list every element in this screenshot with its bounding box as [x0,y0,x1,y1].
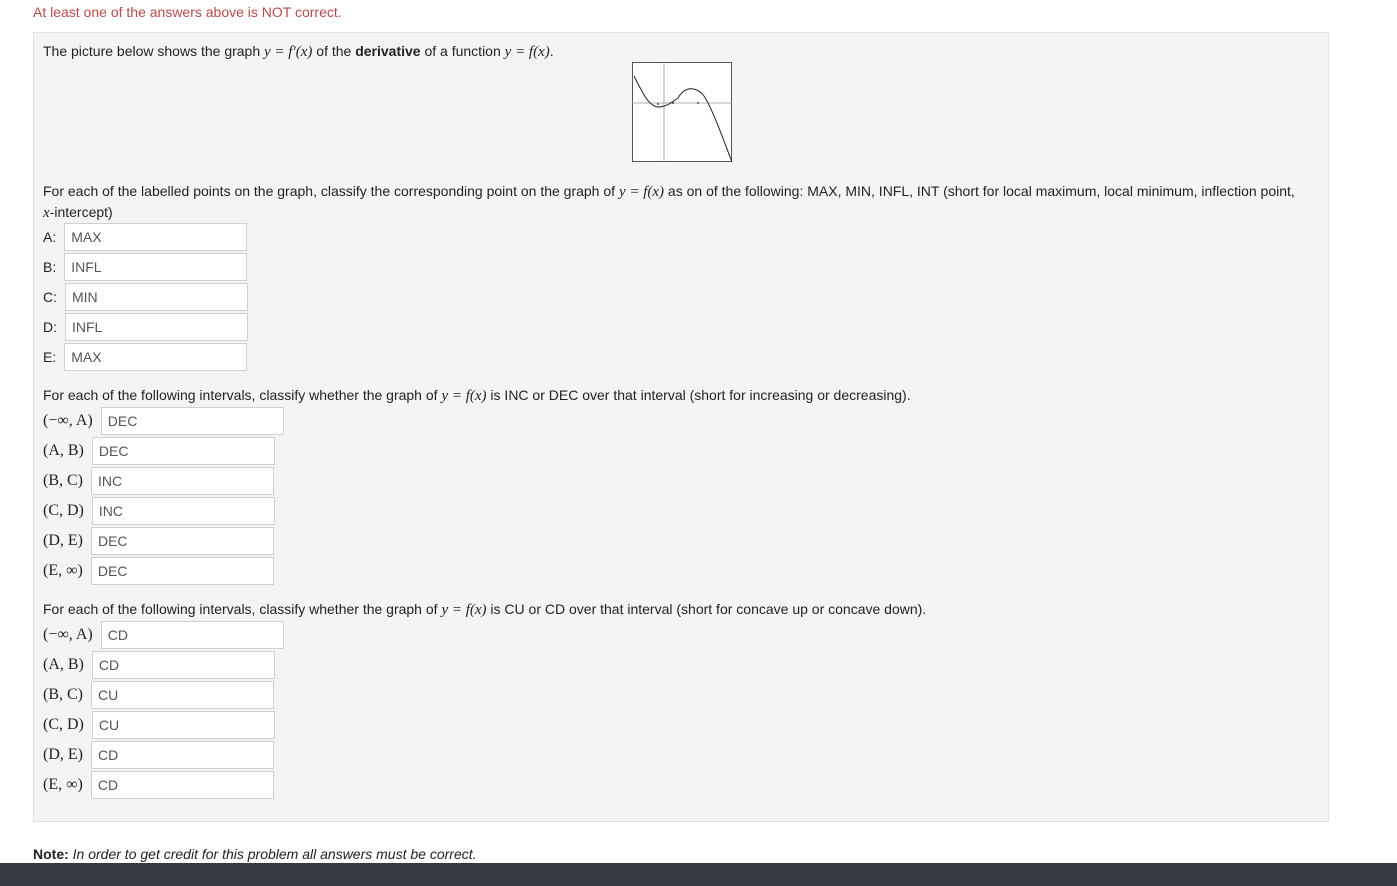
point-label: C: [43,289,57,305]
answer-input-point-d[interactable]: INFL [65,313,248,341]
point-label: D: [43,319,57,335]
interval-label: (E, ∞) [43,776,83,793]
concavity-row: (E, ∞) CD [43,770,274,800]
q2-prompt: For each of the following intervals, cla… [43,387,911,405]
q3-math: y = f(x) [441,602,487,618]
interval-label: (B, C) [43,686,83,703]
q3-part: is CU or CD over that interval (short fo… [486,601,927,617]
intro-bold: derivative [355,43,421,59]
intro-math-derivative: y = f′(x) [264,44,313,60]
concavity-input[interactable]: CD [90,741,274,769]
interval-label: (C, D) [43,502,84,519]
concavity-input[interactable]: CD [91,651,275,679]
incdec-input[interactable]: INC [91,497,275,525]
q1-prompt-cont: x-intercept) [43,204,113,222]
incdec-input[interactable]: DEC [90,527,274,555]
incdec-row: (C, D) INC [43,496,275,526]
incdec-row: (−∞, A) DEC [43,406,284,436]
point-label: B: [43,259,57,275]
incdec-input[interactable]: DEC [100,407,284,435]
answer-input-point-a[interactable]: MAX [64,223,248,251]
point-label: A: [43,229,57,245]
incdec-row: (B, C) INC [43,466,274,496]
intro-math-function: y = f(x) [504,44,550,60]
intro-part: of a function [420,43,505,59]
answer-input-point-b[interactable]: INFL [64,253,248,281]
answer-input-point-c[interactable]: MIN [65,283,248,311]
q3-part: For each of the following intervals, cla… [43,601,442,617]
intro-part: . [549,43,554,59]
q1-part: as on of the following: MAX, MIN, INFL, … [664,183,1295,199]
footer-bar [0,863,1397,886]
intro-part: of the [312,43,356,59]
q2-part: For each of the following intervals, cla… [43,387,442,403]
interval-label: (A, B) [43,442,84,459]
incdec-input[interactable]: INC [91,467,274,495]
concavity-row: (C, D) CU [43,710,275,740]
interval-label: (B, C) [43,472,83,489]
note-text: In order to get credit for this problem … [68,846,477,862]
interval-label: (E, ∞) [43,562,83,579]
interval-label: (C, D) [43,716,84,733]
interval-label: (−∞, A) [43,626,93,643]
concavity-row: (D, E) CD [43,740,274,770]
concavity-row: (A, B) CD [43,650,275,680]
status-message: At least one of the answers above is NOT… [33,4,342,20]
q1-part: For each of the labelled points on the g… [43,183,619,199]
concavity-input[interactable]: CU [91,711,275,739]
point-row-d: D: INFL [43,312,248,342]
incdec-row: (D, E) DEC [43,526,274,556]
concavity-input[interactable]: CU [91,681,274,709]
concavity-input[interactable]: CD [100,621,284,649]
q1-part: -intercept) [49,204,113,220]
concavity-input[interactable]: CD [90,771,274,799]
point-row-c: C: MIN [43,282,248,312]
incdec-input[interactable]: DEC [90,557,274,585]
point-row-a: A: MAX [43,222,248,252]
credit-note: Note: In order to get credit for this pr… [33,846,477,862]
intro-text: The picture below shows the graph y = f′… [43,43,554,61]
answer-input-point-e[interactable]: MAX [64,343,248,371]
intro-part: The picture below shows the graph [43,43,265,59]
incdec-input[interactable]: DEC [91,437,275,465]
incdec-row: (E, ∞) DEC [43,556,274,586]
concavity-row: (−∞, A) CD [43,620,284,650]
incdec-row: (A, B) DEC [43,436,275,466]
derivative-graph-image [632,62,733,163]
point-row-e: E: MAX [43,342,248,372]
concavity-row: (B, C) CU [43,680,274,710]
point-label: E: [43,349,57,365]
q2-part: is INC or DEC over that interval (short … [486,387,911,403]
q1-prompt: For each of the labelled points on the g… [43,183,1295,201]
q3-prompt: For each of the following intervals, cla… [43,601,926,619]
q1-math: y = f(x) [618,184,665,200]
interval-label: (A, B) [43,656,84,673]
q1-math-x: x [43,205,50,221]
problem-panel: The picture below shows the graph y = f′… [33,32,1329,822]
interval-label: (D, E) [43,746,83,763]
interval-label: (D, E) [43,532,83,549]
point-row-b: B: INFL [43,252,248,282]
q2-math: y = f(x) [441,388,487,404]
interval-label: (−∞, A) [43,412,93,429]
note-label: Note: [33,846,69,862]
